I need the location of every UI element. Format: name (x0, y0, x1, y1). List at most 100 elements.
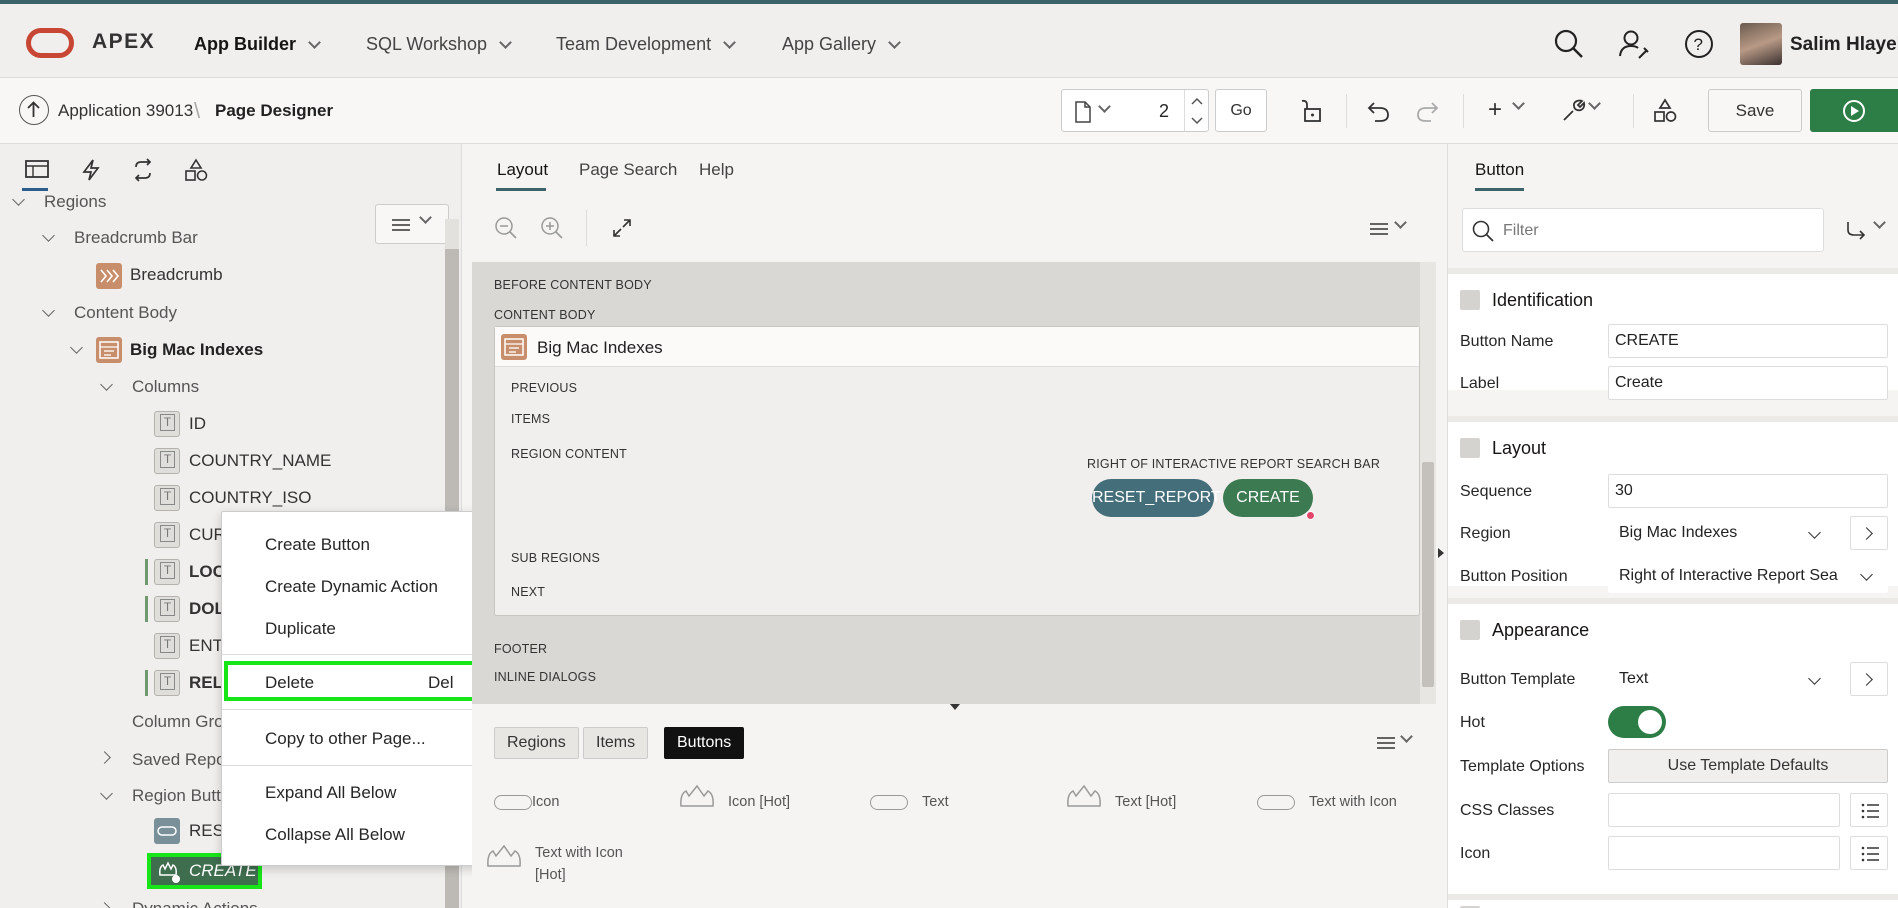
chevron-down-icon[interactable] (70, 341, 83, 354)
user-name[interactable]: Salim Hlayel (1790, 34, 1898, 56)
rendering-tab-icon[interactable] (24, 158, 50, 180)
chevron-down-icon[interactable] (12, 193, 25, 206)
label-field[interactable]: Create (1608, 366, 1888, 400)
icon-picker-button[interactable] (1850, 836, 1888, 870)
gallery-text-icon-button-shape[interactable] (1257, 795, 1295, 810)
gallery-text-button-shape[interactable] (870, 795, 908, 810)
gallery-item-text[interactable]: Text (922, 794, 949, 810)
property-filter-input[interactable]: Filter (1462, 208, 1824, 252)
page-selector[interactable]: 2 (1061, 89, 1209, 132)
tab-page-search[interactable]: Page Search (579, 160, 677, 180)
css-classes-list-button[interactable] (1850, 793, 1888, 827)
hot-icon[interactable] (1064, 784, 1104, 810)
tab-layout[interactable]: Layout (497, 160, 548, 180)
tree-column-item[interactable]: COUNTRY_NAME (189, 451, 331, 471)
tree-column-item[interactable]: COUNTRY_ISO (189, 488, 312, 508)
tree-node-column-groups[interactable]: Column Grou (132, 712, 233, 732)
slot-region-content[interactable]: REGION CONTENT (511, 447, 627, 461)
dynamic-actions-tab-icon[interactable] (80, 158, 102, 182)
help-icon[interactable]: ? (1683, 28, 1715, 60)
nav-team-development[interactable]: Team Development (556, 34, 736, 55)
hamburger-icon[interactable] (1370, 222, 1388, 236)
hamburger-icon[interactable] (1377, 736, 1395, 750)
collapse-section-icon[interactable] (1460, 290, 1480, 310)
zoom-in-icon[interactable] (540, 216, 564, 240)
gallery-item-icon[interactable]: Icon (532, 794, 559, 810)
expand-icon[interactable] (612, 218, 632, 238)
gallery-item-icon-hot[interactable]: Icon [Hot] (728, 794, 790, 810)
chevron-down-icon[interactable] (1394, 216, 1407, 229)
chevron-down-icon[interactable] (100, 787, 113, 800)
nav-sql-workshop[interactable]: SQL Workshop (366, 34, 512, 55)
chevron-right-icon[interactable] (98, 751, 111, 764)
chevron-down-icon[interactable] (1400, 730, 1413, 743)
undo-icon[interactable] (1366, 98, 1392, 124)
hot-icon[interactable] (484, 844, 524, 870)
up-arrow-icon[interactable] (19, 95, 49, 125)
collapse-section-icon[interactable] (1460, 438, 1480, 458)
tree-column-item[interactable]: ID (189, 414, 206, 434)
chevron-down-icon[interactable] (1098, 100, 1111, 113)
user-avatar[interactable] (1740, 23, 1782, 65)
slot-before-content-body[interactable]: BEFORE CONTENT BODY (494, 278, 652, 292)
slot-inline-dialogs[interactable]: INLINE DIALOGS (494, 670, 596, 684)
gallery-item-text-hot[interactable]: Text [Hot] (1115, 794, 1176, 810)
gallery-tab-items[interactable]: Items (583, 727, 649, 759)
tab-button-properties[interactable]: Button (1475, 160, 1524, 180)
gallery-tab-regions[interactable]: Regions (494, 727, 579, 759)
nav-app-builder[interactable]: App Builder (194, 34, 321, 55)
processing-tab-icon[interactable] (131, 158, 155, 182)
chevron-down-icon[interactable] (100, 378, 113, 391)
css-classes-field[interactable] (1608, 793, 1840, 827)
hot-icon[interactable] (677, 784, 717, 810)
menu-copy-to-other-page[interactable]: Copy to other Page... (265, 729, 426, 749)
nav-app-gallery[interactable]: App Gallery (782, 34, 901, 55)
oracle-logo[interactable] (26, 28, 74, 58)
go-to-region-button[interactable] (1850, 516, 1888, 550)
shared-components-tab-icon[interactable] (184, 158, 208, 182)
tree-menu-button[interactable] (375, 204, 449, 244)
go-to-template-button[interactable] (1850, 662, 1888, 696)
chevron-down-icon[interactable] (1512, 97, 1525, 110)
menu-collapse-all-below[interactable]: Collapse All Below (265, 825, 405, 845)
tree-node-columns[interactable]: Columns (132, 377, 199, 397)
region-big-mac-indexes[interactable]: Big Mac Indexes PREVIOUS ITEMS REGION CO… (494, 326, 1420, 616)
slot-items[interactable]: ITEMS (511, 412, 550, 426)
gallery-item-text-with-icon-hot[interactable]: Text with Icon (535, 845, 623, 861)
collapse-handle-icon[interactable] (1438, 548, 1444, 558)
menu-duplicate[interactable]: Duplicate (265, 619, 336, 639)
run-page-button[interactable] (1810, 89, 1898, 132)
slot-right-of-ir-search-bar[interactable]: RIGHT OF INTERACTIVE REPORT SEARCH BAR (1087, 457, 1380, 471)
collapse-section-icon[interactable] (1460, 620, 1480, 640)
menu-delete[interactable]: Delete (265, 673, 314, 693)
search-icon[interactable] (1553, 28, 1585, 60)
slot-content-body[interactable]: CONTENT BODY (494, 308, 596, 322)
tree-node-breadcrumb[interactable]: Breadcrumb (130, 265, 223, 285)
tree-node-big-mac-indexes[interactable]: Big Mac Indexes (130, 340, 263, 360)
go-to-group-icon[interactable] (1844, 220, 1868, 240)
chevron-down-icon[interactable] (42, 229, 55, 242)
redo-icon[interactable] (1414, 98, 1440, 124)
slot-next[interactable]: NEXT (511, 585, 545, 599)
create-button[interactable]: CREATE (1223, 479, 1313, 517)
chevron-right-icon[interactable] (98, 902, 111, 908)
use-template-defaults-button[interactable]: Use Template Defaults (1608, 749, 1888, 783)
tree-node-regions[interactable]: Regions (44, 192, 106, 212)
go-button[interactable]: Go (1215, 89, 1267, 132)
icon-field[interactable] (1608, 836, 1840, 870)
shared-components-icon[interactable] (1652, 98, 1678, 124)
zoom-out-icon[interactable] (494, 216, 518, 240)
lock-page-icon[interactable] (1298, 98, 1324, 124)
slot-footer[interactable]: FOOTER (494, 642, 547, 656)
tree-node-region-buttons[interactable]: Region Butto (132, 786, 230, 806)
utilities-wrench-icon[interactable] (1560, 98, 1586, 124)
gallery-item-text-with-icon-hot-suffix[interactable]: [Hot] (535, 867, 566, 883)
chevron-down-icon[interactable] (1873, 216, 1886, 229)
button-template-select[interactable]: Text (1608, 662, 1840, 696)
menu-create-dynamic-action[interactable]: Create Dynamic Action (265, 577, 438, 597)
resize-handle-icon[interactable] (950, 704, 960, 710)
hot-toggle[interactable] (1608, 706, 1666, 738)
menu-create-button[interactable]: Create Button (265, 535, 370, 555)
create-menu-button[interactable]: + (1488, 96, 1502, 124)
gallery-item-text-with-icon[interactable]: Text with Icon (1309, 794, 1397, 810)
